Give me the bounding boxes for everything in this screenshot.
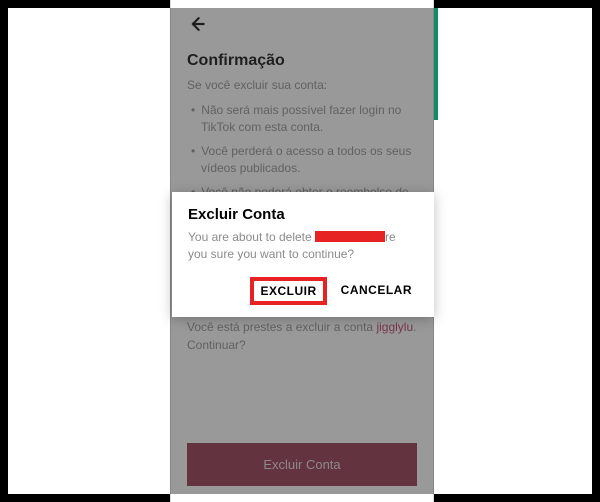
decorative-strip [434, 8, 438, 120]
dialog-message-part1: You are about to delete [188, 230, 315, 244]
dialog-actions: EXCLUIR CANCELAR [188, 277, 418, 305]
confirm-delete-button[interactable]: EXCLUIR [250, 277, 326, 305]
cancel-button[interactable]: CANCELAR [335, 277, 418, 305]
dialog-message: You are about to delete re you sure you … [188, 229, 418, 263]
redacted-username [315, 231, 385, 242]
dialog-title: Excluir Conta [188, 206, 418, 223]
delete-confirm-dialog: Excluir Conta You are about to delete re… [172, 192, 434, 317]
